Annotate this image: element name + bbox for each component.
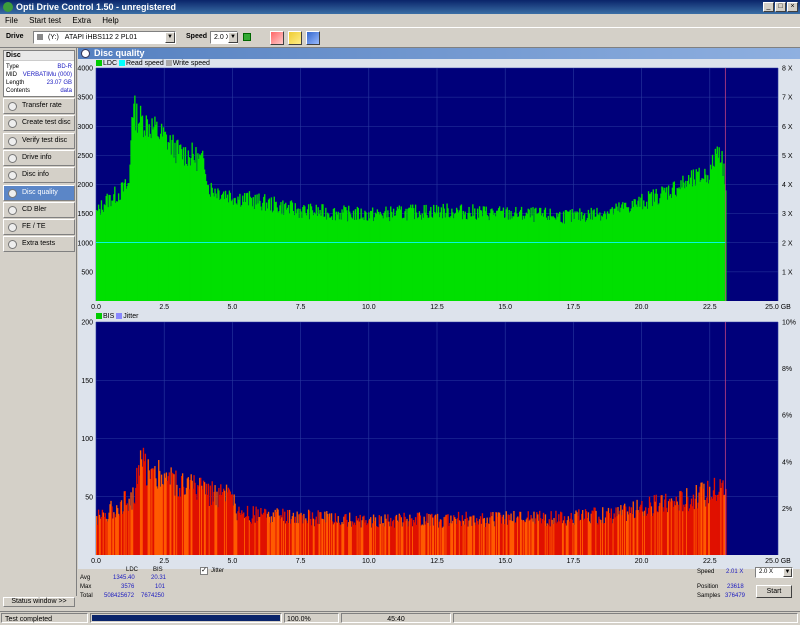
y-tick-label: 500 bbox=[81, 269, 93, 276]
start-button[interactable]: Start bbox=[756, 585, 792, 598]
y-tick-label: 200 bbox=[81, 320, 93, 327]
y2-tick-label: 6 X bbox=[782, 124, 793, 131]
status-empty-box bbox=[453, 613, 798, 623]
stats-avg-ldc: 1345.40 bbox=[113, 575, 135, 581]
jitter-checkbox[interactable]: ✓ bbox=[200, 567, 208, 575]
x-tick-label: 0.0 bbox=[91, 304, 101, 311]
y2-tick-label: 5 X bbox=[782, 153, 793, 160]
y-tick-label: 2500 bbox=[77, 153, 93, 160]
stats-total-ldc: 508425672 bbox=[104, 593, 135, 599]
y-tick-label: 4000 bbox=[77, 66, 93, 73]
y-tick-label: 1000 bbox=[77, 240, 93, 247]
x-tick-label: 5.0 bbox=[228, 304, 238, 311]
position-value: 23618 bbox=[727, 584, 744, 590]
x-tick-label: 10.0 bbox=[362, 304, 376, 311]
progress-bar bbox=[90, 613, 282, 623]
x-tick-label: 2.5 bbox=[159, 558, 169, 565]
stats-max-label: Max bbox=[80, 584, 92, 590]
y-tick-label: 2000 bbox=[77, 182, 93, 189]
x-tick-label: 12.5 bbox=[430, 304, 444, 311]
x-tick-label: 15.0 bbox=[498, 558, 512, 565]
status-text-box: Test completed bbox=[1, 613, 88, 623]
x-tick-label: 12.5 bbox=[430, 558, 444, 565]
x-tick-label: 15.0 bbox=[498, 304, 512, 311]
speed-stat-value: 2.01 X bbox=[726, 569, 744, 575]
x-tick-label: 10.0 bbox=[362, 558, 376, 565]
y-tick-label: 50 bbox=[85, 494, 93, 501]
x-tick-label: 17.5 bbox=[567, 558, 581, 565]
stats-avg-bis: 20.31 bbox=[151, 575, 167, 581]
y2-tick-label: 2 X bbox=[782, 240, 793, 247]
status-text: Test completed bbox=[5, 616, 53, 623]
y-tick-label: 150 bbox=[81, 378, 93, 385]
y2-tick-label: 2% bbox=[782, 506, 792, 513]
stats-col-ldc: LDC bbox=[126, 567, 139, 573]
y2-tick-label: 8 X bbox=[782, 66, 793, 73]
progress-text: 100.0% bbox=[287, 616, 311, 623]
x-tick-label: 17.5 bbox=[567, 304, 581, 311]
y2-tick-label: 3 X bbox=[782, 211, 793, 218]
x-tick-label: 22.5 bbox=[703, 304, 717, 311]
speed-stat-select-value: 2.0 X bbox=[759, 569, 774, 575]
x-tick-label: 5.0 bbox=[228, 558, 238, 565]
charts-svg: 4000 3500 3000 2500 2000 1500 1000 500 0.0 2.5 5.0… bbox=[77, 66, 796, 566]
chevron-down-icon[interactable]: ▼ bbox=[783, 568, 792, 577]
x-tick-label: 25.0 GB bbox=[765, 304, 791, 311]
time-box: 45:40 bbox=[341, 613, 451, 623]
stats-total-label: Total bbox=[80, 593, 93, 599]
status-bar: Test completed 100.0% 45:40 bbox=[0, 611, 800, 623]
x-tick-label: 0.0 bbox=[91, 558, 101, 565]
jitter-label: Jitter bbox=[211, 568, 225, 574]
position-label: Position bbox=[697, 584, 719, 590]
x-tick-label: 2.5 bbox=[159, 304, 169, 311]
x-tick-label: 20.0 bbox=[635, 558, 649, 565]
progress-text-box: 100.0% bbox=[284, 613, 339, 623]
x-tick-label: 22.5 bbox=[703, 558, 717, 565]
elapsed-time: 45:40 bbox=[387, 616, 405, 623]
y2-tick-label: 4 X bbox=[782, 182, 793, 189]
y2-tick-label: 6% bbox=[782, 413, 792, 420]
stats-max-bis: 101 bbox=[155, 584, 166, 590]
x-tick-label: 20.0 bbox=[635, 304, 649, 311]
y-tick-label: 100 bbox=[81, 436, 93, 443]
y2-tick-label: 10% bbox=[782, 320, 796, 327]
stats-total-bis: 7674250 bbox=[141, 593, 165, 599]
speed-stat-label: Speed bbox=[697, 569, 715, 575]
y-tick-label: 3000 bbox=[77, 124, 93, 131]
y-tick-label: 3500 bbox=[77, 95, 93, 102]
progress-fill bbox=[92, 615, 280, 621]
stats-max-ldc: 3576 bbox=[121, 584, 135, 590]
samples-value: 376479 bbox=[725, 593, 746, 599]
x-tick-label: 25.0 GB bbox=[765, 558, 791, 565]
x-tick-label: 7.5 bbox=[296, 304, 306, 311]
y2-tick-label: 4% bbox=[782, 459, 792, 466]
y2-tick-label: 1 X bbox=[782, 269, 793, 276]
y-tick-label: 1500 bbox=[77, 211, 93, 218]
y2-tick-label: 7 X bbox=[782, 95, 793, 102]
y2-tick-label: 8% bbox=[782, 366, 792, 373]
samples-label: Samples bbox=[697, 593, 721, 599]
x-tick-label: 7.5 bbox=[296, 558, 306, 565]
stats-col-bis: BIS bbox=[153, 567, 163, 573]
stats-avg-label: Avg bbox=[80, 575, 91, 581]
